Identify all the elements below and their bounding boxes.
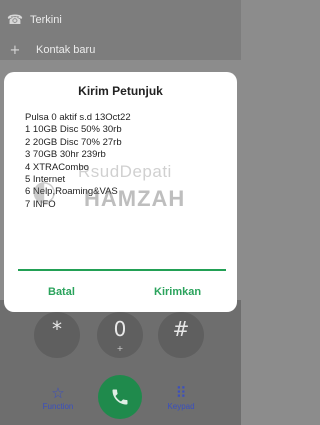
function-button[interactable]: ☆ Function bbox=[28, 384, 88, 411]
message-line: Pulsa 0 aktif s.d 13Oct22 bbox=[25, 112, 131, 123]
call-button[interactable] bbox=[98, 375, 142, 419]
recent-label: Terkini bbox=[30, 14, 62, 26]
key-zero-label: 0 bbox=[113, 317, 127, 341]
key-zero-sub: + bbox=[116, 344, 124, 353]
message-line: 1 10GB Disc 50% 30rb bbox=[25, 124, 122, 136]
phone-call-icon bbox=[112, 389, 128, 405]
recent-tab[interactable]: ☎ Terkini bbox=[0, 6, 241, 34]
plus-icon: + bbox=[9, 42, 21, 58]
reply-input[interactable] bbox=[18, 269, 226, 271]
ussd-dialog: Kirim Petunjuk Pulsa 0 aktif s.d 13Oct22… bbox=[4, 72, 237, 312]
new-contact-row[interactable]: + Kontak baru bbox=[0, 36, 241, 64]
new-contact-label: Kontak baru bbox=[36, 44, 96, 56]
star-icon: ☆ bbox=[51, 384, 65, 402]
dialog-title: Kirim Petunjuk bbox=[78, 84, 163, 98]
recent-calls-header: ☎ Terkini + Kontak baru bbox=[0, 0, 241, 60]
keypad-label: Keypad bbox=[167, 402, 195, 411]
key-star[interactable]: * bbox=[34, 312, 80, 358]
function-label: Function bbox=[42, 402, 74, 411]
message-line: 3 70GB 30hr 239rb bbox=[25, 149, 106, 161]
cancel-button[interactable]: Batal bbox=[48, 286, 75, 298]
message-line: 2 20GB Disc 70% 27rb bbox=[25, 136, 122, 148]
keypad-button[interactable]: ⠿ Keypad bbox=[151, 384, 211, 411]
keypad-grid-icon: ⠿ bbox=[175, 384, 187, 402]
send-button[interactable]: Kirimkan bbox=[154, 286, 201, 298]
ussd-message: Pulsa 0 aktif s.d 13Oct22 1 10GB Disc 50… bbox=[25, 112, 225, 211]
message-line: 4 XTRACombo bbox=[25, 161, 89, 173]
key-hash[interactable]: # bbox=[158, 312, 204, 358]
dialer-keypad: * 0 + # ☆ Function ⠿ Keypad bbox=[0, 300, 241, 425]
message-line: 7 INFO bbox=[25, 198, 56, 210]
key-zero[interactable]: 0 + bbox=[97, 312, 143, 358]
phone-icon: ☎ bbox=[6, 12, 24, 28]
key-hash-label: # bbox=[172, 317, 190, 341]
message-line: 5 Internet bbox=[25, 174, 66, 186]
message-line: 6 Nelp,Roaming&VAS bbox=[25, 186, 118, 198]
key-star-label: * bbox=[52, 317, 62, 341]
